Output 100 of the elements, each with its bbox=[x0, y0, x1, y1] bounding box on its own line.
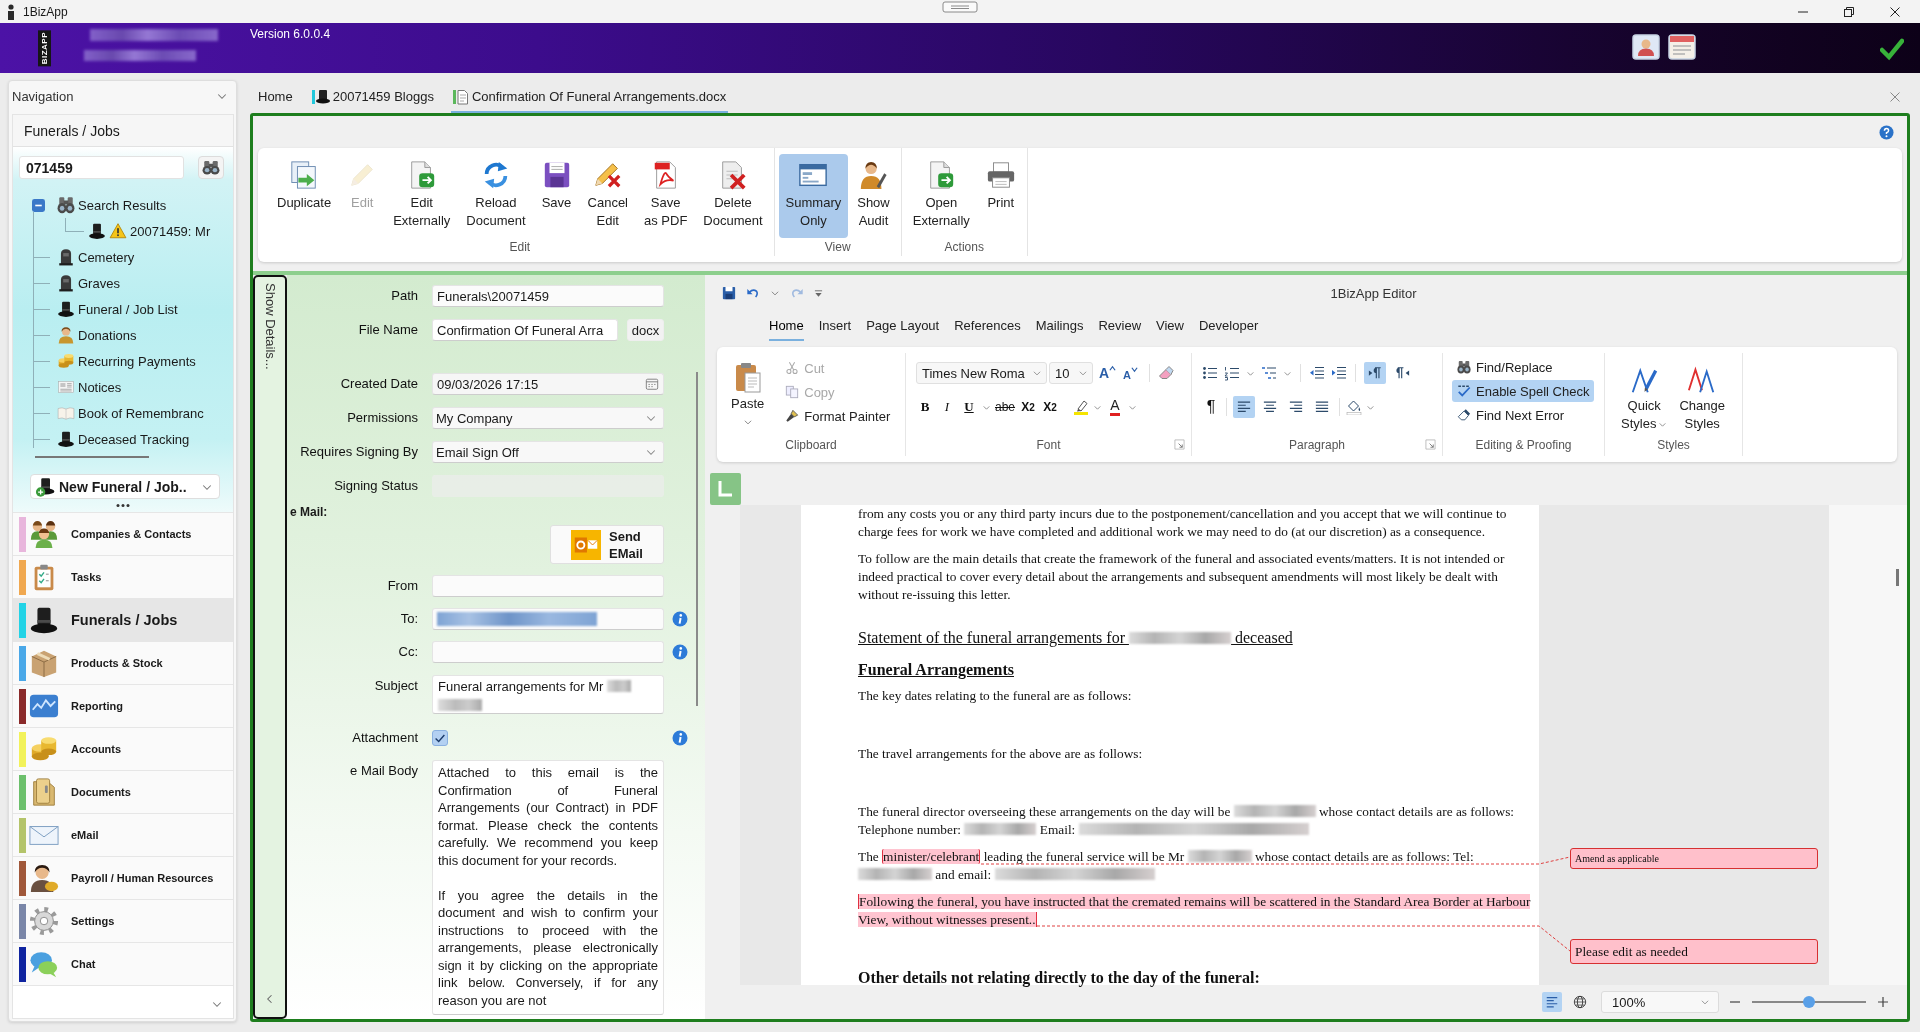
multilevel-list-icon[interactable] bbox=[1261, 365, 1277, 381]
tree-item[interactable]: Search Results bbox=[57, 196, 167, 214]
paste-button[interactable]: Paste bbox=[727, 353, 769, 433]
info-icon[interactable] bbox=[672, 730, 688, 746]
show-audit-button[interactable]: Show Audit bbox=[850, 154, 897, 238]
ribbon-tab[interactable]: Review bbox=[1098, 311, 1141, 341]
tree-item[interactable]: Cemetery bbox=[57, 248, 135, 266]
italic-button[interactable]: I bbox=[938, 397, 956, 417]
text-field[interactable]: Confirmation Of Funeral Arra bbox=[432, 319, 618, 341]
text-field[interactable] bbox=[432, 608, 664, 630]
reload-document-button[interactable]: Reload Document bbox=[459, 154, 533, 238]
scrollbar[interactable] bbox=[696, 372, 698, 706]
shrink-font-button[interactable]: A bbox=[1123, 365, 1141, 381]
email-body-field[interactable]: Attached to this email is the Confirmation of Funeral Arrangements (our Contract) in PDF format. Please check the contents carefully. We recommend you keep this document for your records. If you agree the details in the document and wish to confirm your instructions to proceed with the arrangements, please electronically sign it by clicking on the appropriate link below. Conversely, if for any reason you are not bbox=[432, 760, 664, 1015]
tree-item[interactable]: Graves bbox=[57, 274, 120, 292]
tree-item[interactable]: Notices bbox=[57, 378, 122, 396]
text-field[interactable]: Funerals\20071459 bbox=[432, 285, 664, 307]
ribbon-tab[interactable]: Mailings bbox=[1035, 311, 1084, 341]
summary-only-button[interactable]: Summary Only bbox=[778, 154, 849, 238]
font-family-dropdown[interactable]: Times New Roma bbox=[916, 362, 1047, 384]
collapse-icon[interactable] bbox=[32, 198, 45, 212]
send-email-button[interactable]: Send EMail bbox=[550, 525, 664, 564]
quick-styles-button[interactable]: Quick Styles bbox=[1615, 353, 1674, 434]
font-size-dropdown[interactable]: 10 bbox=[1049, 362, 1093, 384]
document-tab[interactable]: 20071459 Bloggs bbox=[309, 80, 436, 113]
print-layout-button[interactable] bbox=[1542, 992, 1562, 1012]
delete-document-button[interactable]: Delete Document bbox=[696, 154, 770, 238]
slider-thumb[interactable] bbox=[1803, 996, 1815, 1008]
text-field[interactable] bbox=[432, 641, 664, 663]
spell-check-button[interactable]: Enable Spell Check bbox=[1452, 380, 1595, 402]
find-next-error-button[interactable]: Find Next Error bbox=[1452, 404, 1595, 426]
dialog-launcher-icon[interactable] bbox=[1174, 439, 1185, 450]
search-field[interactable]: 071459 bbox=[19, 156, 184, 179]
cancel-edit-button[interactable]: Cancel Edit bbox=[580, 154, 635, 238]
extension-field[interactable]: docx bbox=[627, 319, 664, 341]
left-to-right-button[interactable] bbox=[1364, 362, 1386, 384]
undo-icon[interactable] bbox=[746, 286, 760, 300]
info-icon[interactable] bbox=[672, 611, 688, 627]
ribbon-tab[interactable]: View bbox=[1156, 311, 1184, 341]
underline-button[interactable]: U bbox=[960, 397, 978, 417]
tree-item[interactable]: 20071459: Mr bbox=[88, 222, 211, 240]
ribbon-tab[interactable]: References bbox=[954, 311, 1021, 341]
eraser-icon[interactable] bbox=[1158, 365, 1174, 381]
tree-item[interactable]: Recurring Payments bbox=[57, 352, 196, 370]
font-color-button[interactable]: A bbox=[1106, 397, 1125, 417]
help-icon[interactable] bbox=[1879, 124, 1894, 140]
edit-externally-button[interactable]: Edit Externally bbox=[386, 154, 458, 238]
scrollbar[interactable] bbox=[1896, 569, 1899, 586]
checkbox[interactable] bbox=[432, 730, 448, 746]
restore-icon[interactable] bbox=[1844, 6, 1854, 17]
bullets-icon[interactable] bbox=[1202, 365, 1218, 381]
contact-card-icon[interactable] bbox=[1632, 33, 1660, 61]
close-icon[interactable] bbox=[1890, 6, 1900, 17]
align-left-button[interactable] bbox=[1233, 396, 1255, 418]
caret-icon[interactable] bbox=[770, 288, 780, 298]
dialog-launcher-icon[interactable] bbox=[1425, 439, 1436, 450]
decrease-indent-icon[interactable] bbox=[1309, 365, 1325, 381]
dropdown[interactable]: Email Sign Off bbox=[432, 441, 664, 463]
print-button[interactable]: Print bbox=[978, 154, 1023, 238]
search-button[interactable] bbox=[198, 156, 224, 179]
find-replace-button[interactable]: Find/Replace bbox=[1452, 356, 1595, 378]
scrollbar[interactable] bbox=[35, 456, 149, 458]
duplicate-button[interactable]: Duplicate bbox=[270, 154, 339, 238]
checkmark-icon[interactable] bbox=[1880, 37, 1904, 61]
formatting-marks-button[interactable]: ¶ bbox=[1202, 397, 1220, 417]
grip-icon[interactable] bbox=[115, 503, 131, 508]
document-tab[interactable]: Home bbox=[256, 80, 295, 113]
zoom-dropdown[interactable]: 100% bbox=[1601, 991, 1719, 1013]
new-funeral-button[interactable]: New Funeral / Job.. bbox=[30, 474, 220, 499]
save-button[interactable]: Save bbox=[534, 154, 579, 238]
info-icon[interactable] bbox=[672, 644, 688, 660]
tree-item[interactable]: Funeral / Job List bbox=[57, 300, 178, 318]
numbered-list-icon[interactable] bbox=[1224, 365, 1240, 381]
nav-module-item[interactable]: Funerals / Jobs bbox=[13, 599, 233, 642]
bold-button[interactable]: B bbox=[916, 397, 934, 417]
highlighter-icon[interactable] bbox=[1073, 399, 1090, 415]
ribbon-tab[interactable]: Insert bbox=[818, 311, 852, 341]
tree-item[interactable]: Deceased Tracking bbox=[57, 430, 190, 448]
strikethrough-button[interactable]: abe bbox=[995, 397, 1016, 417]
ribbon-tab[interactable]: Developer bbox=[1198, 311, 1259, 341]
ribbon-tab[interactable]: Home bbox=[769, 311, 804, 341]
comment-box[interactable]: Please edit as needed bbox=[1570, 939, 1818, 964]
ribbon-tab[interactable]: Page Layout bbox=[866, 311, 940, 341]
format-painter-button[interactable]: Format Painter bbox=[780, 404, 896, 428]
text-field[interactable] bbox=[432, 575, 664, 597]
plus-icon[interactable] bbox=[1877, 996, 1889, 1008]
dropdown[interactable]: My Company bbox=[432, 407, 664, 429]
change-styles-button[interactable]: Change Styles bbox=[1673, 353, 1731, 434]
save-as-pdf-button[interactable]: Save as PDF bbox=[637, 154, 695, 238]
increase-indent-icon[interactable] bbox=[1331, 365, 1347, 381]
comment-box[interactable]: Amend as applicable bbox=[1570, 848, 1818, 869]
tab-stop-icon[interactable] bbox=[710, 473, 741, 505]
open-externally-button[interactable]: Open Externally bbox=[905, 154, 977, 238]
paint-bucket-icon[interactable] bbox=[1346, 399, 1362, 415]
tree-item[interactable]: Book of Remembranc bbox=[57, 404, 204, 422]
date-field[interactable]: 09/03/2026 17:15 bbox=[432, 373, 664, 395]
show-details-toggle[interactable]: Show Details... bbox=[262, 283, 278, 370]
tree-item[interactable]: Donations bbox=[57, 326, 137, 344]
customize-icon[interactable] bbox=[814, 288, 823, 298]
drag-handle-icon[interactable] bbox=[942, 1, 978, 13]
